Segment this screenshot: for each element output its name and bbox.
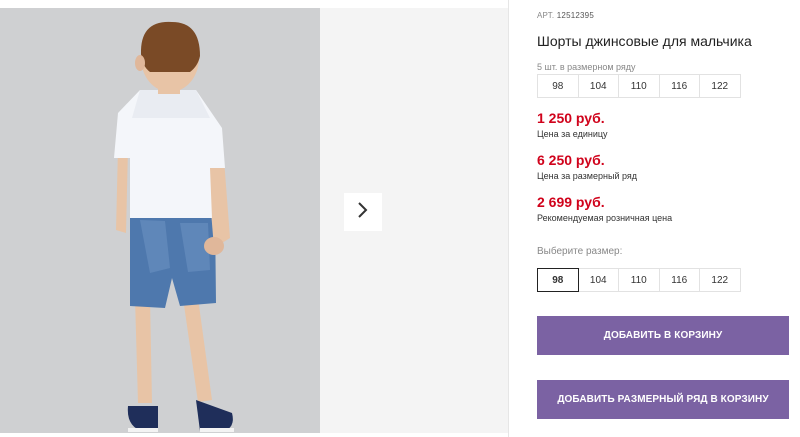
size-row-item: 122 <box>699 74 741 98</box>
size-selector: 98 104 110 116 122 <box>537 268 741 292</box>
size-option[interactable]: 104 <box>577 268 619 292</box>
size-select-label: Выберите размер: <box>537 246 623 257</box>
size-option-selected[interactable]: 98 <box>537 268 579 292</box>
size-row-item: 98 <box>537 74 579 98</box>
add-to-cart-button[interactable]: ДОБАВИТЬ В КОРЗИНУ <box>537 316 789 355</box>
retail-price: 2 699 руб. <box>537 194 605 210</box>
size-row-list: 98 104 110 116 122 <box>537 74 741 98</box>
unit-price: 1 250 руб. <box>537 110 605 126</box>
product-title: Шорты джинсовые для мальчика <box>537 33 752 49</box>
unit-price-caption: Цена за единицу <box>537 129 608 139</box>
size-row-label: 5 шт. в размерном ряду <box>537 62 636 72</box>
add-size-row-to-cart-button[interactable]: ДОБАВИТЬ РАЗМЕРНЫЙ РЯД В КОРЗИНУ <box>537 380 789 419</box>
chevron-right-icon <box>357 201 369 224</box>
retail-price-caption: Рекомендуемая розничная цена <box>537 213 673 223</box>
column-divider <box>508 0 509 437</box>
size-option[interactable]: 110 <box>618 268 660 292</box>
sku-code: 12512395 <box>556 11 594 20</box>
size-row-item: 104 <box>577 74 619 98</box>
size-row-item: 116 <box>658 74 700 98</box>
product-photo[interactable] <box>0 8 320 433</box>
row-price: 6 250 руб. <box>537 152 605 168</box>
row-price-caption: Цена за размерный ряд <box>537 171 638 181</box>
size-row-item: 110 <box>618 74 660 98</box>
gallery-next-button[interactable] <box>344 193 382 231</box>
size-option[interactable]: 122 <box>699 268 741 292</box>
product-gallery <box>0 8 510 433</box>
product-photo-illustration <box>0 8 320 433</box>
size-option[interactable]: 116 <box>658 268 700 292</box>
sku-prefix: АРТ. <box>537 11 555 20</box>
sku-line: АРТ. 12512395 <box>537 11 594 20</box>
